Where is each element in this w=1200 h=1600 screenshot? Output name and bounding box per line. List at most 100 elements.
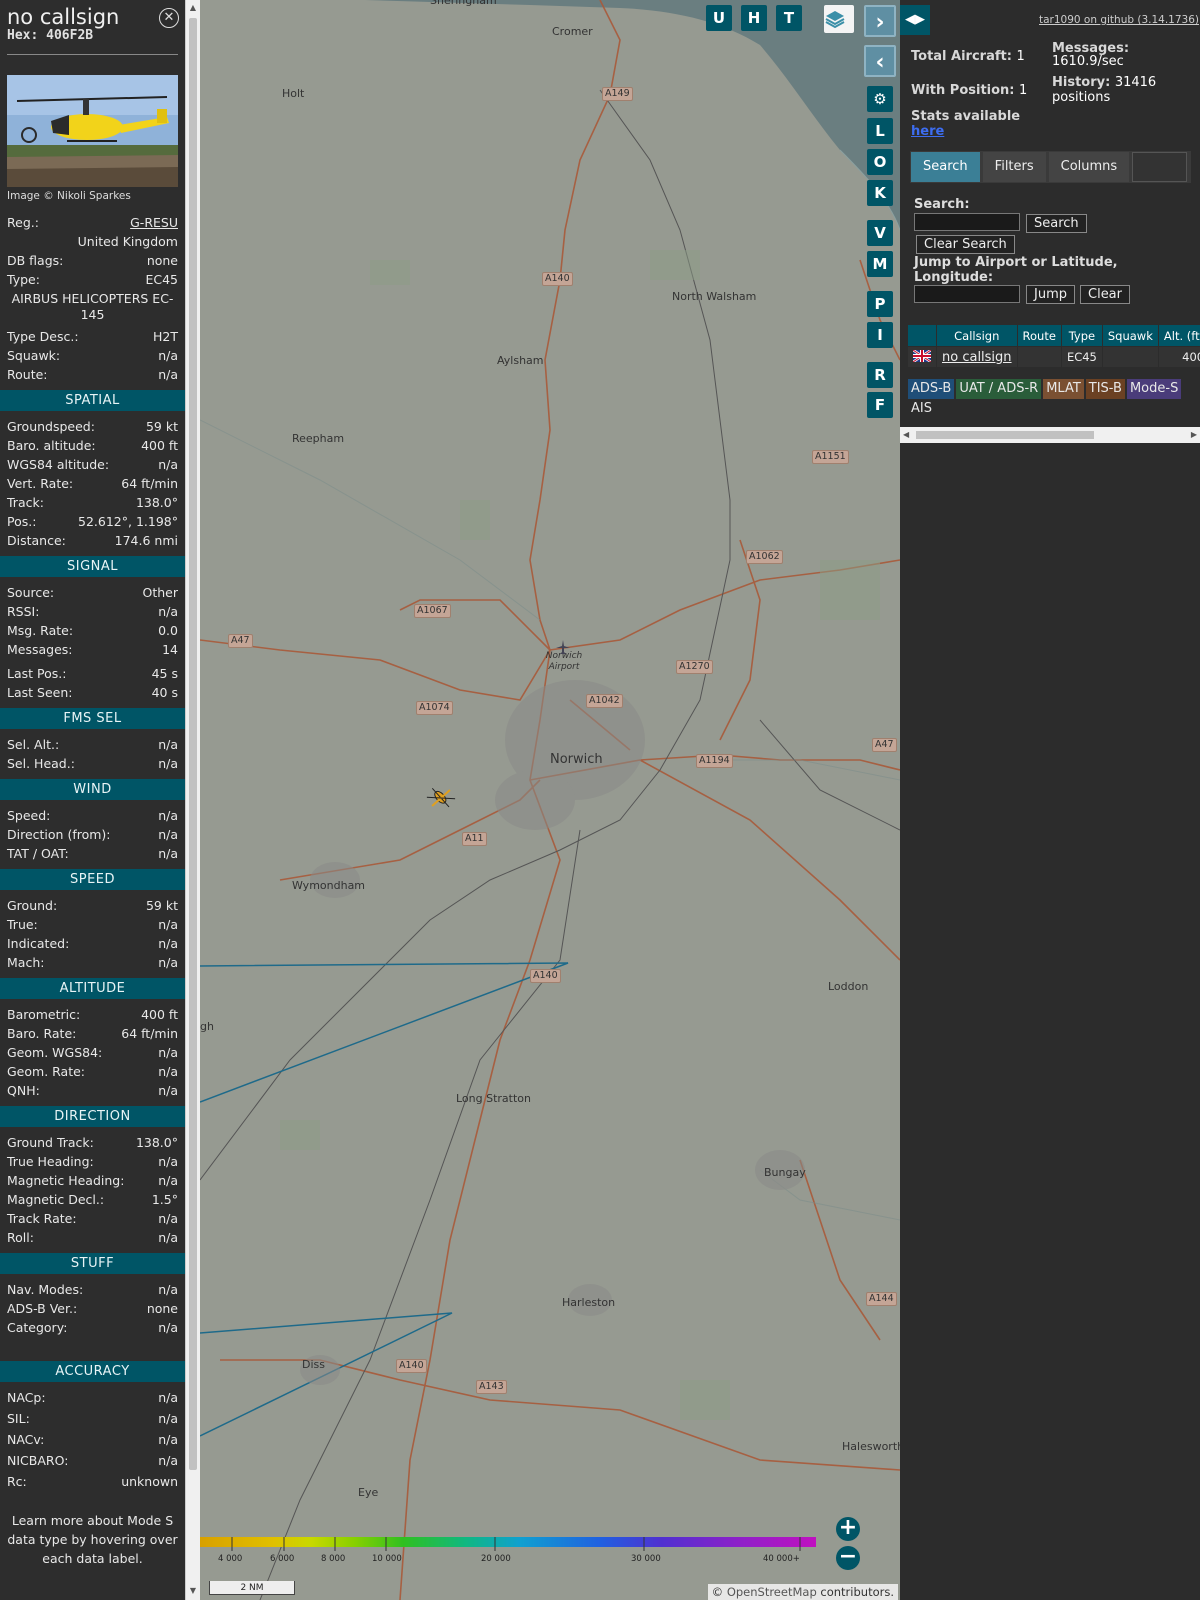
road-label: A1067	[414, 604, 451, 618]
scroll-up-icon[interactable]: ▲	[188, 3, 198, 13]
info-label: Ground Track:	[7, 1135, 94, 1150]
map[interactable]: U H T › ‹ ⚙ LOKVMPIRF Sheringham Cromer Ho…	[200, 0, 900, 1600]
map-button-l[interactable]: L	[867, 118, 893, 144]
place-label: Wymondham	[292, 879, 366, 892]
collapse-chevron-left-icon[interactable]: ‹	[864, 45, 896, 77]
info-row: Track Rate: n/a	[0, 1209, 185, 1228]
aircraft-marker-helicopter-icon[interactable]	[426, 783, 456, 813]
column-header[interactable]: Route	[1016, 324, 1062, 347]
map-button-t[interactable]: T	[776, 5, 802, 31]
info-value: n/a	[158, 604, 178, 619]
info-label: Mach:	[7, 955, 45, 970]
info-label: ADS-B Ver.:	[7, 1301, 78, 1316]
info-value: n/a	[158, 955, 178, 970]
map-button-i[interactable]: I	[867, 322, 893, 348]
info-label: Category:	[7, 1320, 68, 1335]
info-value: 174.6 nmi	[114, 533, 178, 548]
jump-button[interactable]: Jump	[1026, 285, 1075, 304]
map-button-u[interactable]: U	[706, 5, 732, 31]
column-header[interactable]: Type	[1060, 324, 1103, 347]
scrollbar-thumb[interactable]	[189, 18, 197, 1470]
map-button-m[interactable]: M	[867, 251, 893, 277]
info-value: n/a	[158, 1064, 178, 1079]
info-label: Vert. Rate:	[7, 476, 74, 491]
column-header[interactable]: Callsign	[936, 324, 1018, 347]
map-button-o[interactable]: O	[867, 149, 893, 175]
version-link[interactable]: tar1090 on github (3.14.1736)	[1039, 14, 1199, 26]
tab-filters[interactable]: Filters	[982, 152, 1046, 182]
info-value: n/a	[158, 1411, 178, 1426]
info-row: WGS84 altitude: n/a	[0, 455, 185, 474]
info-label: Squawk:	[7, 348, 61, 363]
clear-button[interactable]: Clear	[1080, 285, 1130, 304]
section-header-direction: DIRECTION	[0, 1106, 185, 1127]
route-cell	[1016, 346, 1062, 368]
info-row: SIL: n/a	[0, 1409, 185, 1430]
info-row: Pos.: 52.612°, 1.198°	[0, 512, 185, 531]
jump-input[interactable]	[914, 285, 1020, 303]
registration-link[interactable]: G-RESU	[130, 213, 178, 232]
zoom-out-icon[interactable]: −	[836, 1546, 860, 1570]
identity-row: DB flags: none	[0, 251, 185, 270]
colorbar-tick-label: 4 000	[218, 1554, 243, 1564]
column-header[interactable]: Alt. (ft)	[1157, 324, 1200, 347]
info-value: n/a	[158, 1320, 178, 1335]
scroll-down-icon[interactable]: ▼	[188, 1586, 198, 1596]
info-row: Source: Other	[0, 583, 185, 602]
search-button[interactable]: Search	[1026, 214, 1087, 233]
map-button-v[interactable]: V	[867, 220, 893, 246]
info-scrollbar[interactable]: ▲ ▼	[185, 0, 200, 1600]
panel-tabs: Search Filters Columns	[910, 151, 1191, 183]
info-row: NICBARO: n/a	[0, 1451, 185, 1472]
table-horizontal-scrollbar[interactable]: ◀ ▶	[900, 427, 1200, 443]
search-input[interactable]	[914, 213, 1020, 231]
aircraft-photo[interactable]	[7, 75, 178, 187]
place-label: Sheringham	[430, 0, 497, 7]
learn-more-note: Learn more about Mode S data type by hov…	[7, 1513, 178, 1566]
map-button-p[interactable]: P	[867, 291, 893, 317]
info-row: Ground Track: 138.0°	[0, 1133, 185, 1152]
map-button-r[interactable]: R	[867, 362, 893, 388]
info-row: TAT / OAT: n/a	[0, 844, 185, 863]
column-header[interactable]	[907, 324, 937, 347]
identity-row: United Kingdom	[0, 232, 185, 251]
info-value: none	[146, 253, 178, 268]
layers-icon[interactable]	[824, 5, 854, 33]
road-label: A1151	[812, 450, 849, 464]
altitude-cell: 400	[1157, 346, 1200, 368]
osm-link[interactable]: OpenStreetMap	[727, 1585, 817, 1599]
place-label: Diss	[302, 1358, 325, 1371]
scroll-left-icon[interactable]: ◀	[903, 430, 909, 439]
info-value: n/a	[158, 808, 178, 823]
road-label: A1062	[746, 550, 783, 564]
info-value: 64 ft/min	[121, 1026, 178, 1041]
road-label: A1270	[676, 660, 713, 674]
scroll-right-icon[interactable]: ▶	[1191, 430, 1197, 439]
expand-sidebar-chevron-right-icon[interactable]: ›	[864, 5, 896, 37]
info-value: 1.5°	[151, 1192, 178, 1207]
info-value: 52.612°, 1.198°	[78, 514, 178, 529]
divider	[7, 54, 178, 55]
callsign-cell[interactable]: no callsign	[936, 346, 1018, 368]
stats-here-link[interactable]: here	[911, 124, 944, 139]
section-header-speed: SPEED	[0, 869, 185, 890]
settings-gear-icon[interactable]: ⚙	[867, 86, 893, 112]
close-icon[interactable]: ✕	[159, 8, 179, 28]
tab-search[interactable]: Search	[911, 152, 980, 182]
messages-stat: Messages: 1610.9/sec	[1052, 41, 1192, 69]
zoom-in-icon[interactable]: +	[836, 1517, 860, 1541]
info-value: n/a	[158, 1453, 178, 1468]
tab-columns[interactable]: Columns	[1048, 152, 1130, 182]
toggle-split-arrows-icon[interactable]: ◀▶	[900, 5, 930, 35]
hscroll-thumb[interactable]	[916, 431, 1094, 439]
attribution-prefix: ©	[711, 1585, 727, 1599]
map-button-f[interactable]: F	[867, 392, 893, 418]
table-row[interactable]: no callsign EC45 400	[907, 346, 1200, 368]
road-label: A149	[602, 87, 633, 101]
clear-search-button[interactable]: Clear Search	[916, 235, 1015, 254]
map-button-k[interactable]: K	[867, 180, 893, 206]
column-header[interactable]: Squawk	[1101, 324, 1159, 347]
aircraft-info-panel: no callsign Hex: 406F2B ✕ Image © Nikoli…	[0, 0, 185, 1600]
info-row: Barometric: 400 ft	[0, 1005, 185, 1024]
map-button-h[interactable]: H	[741, 5, 767, 31]
